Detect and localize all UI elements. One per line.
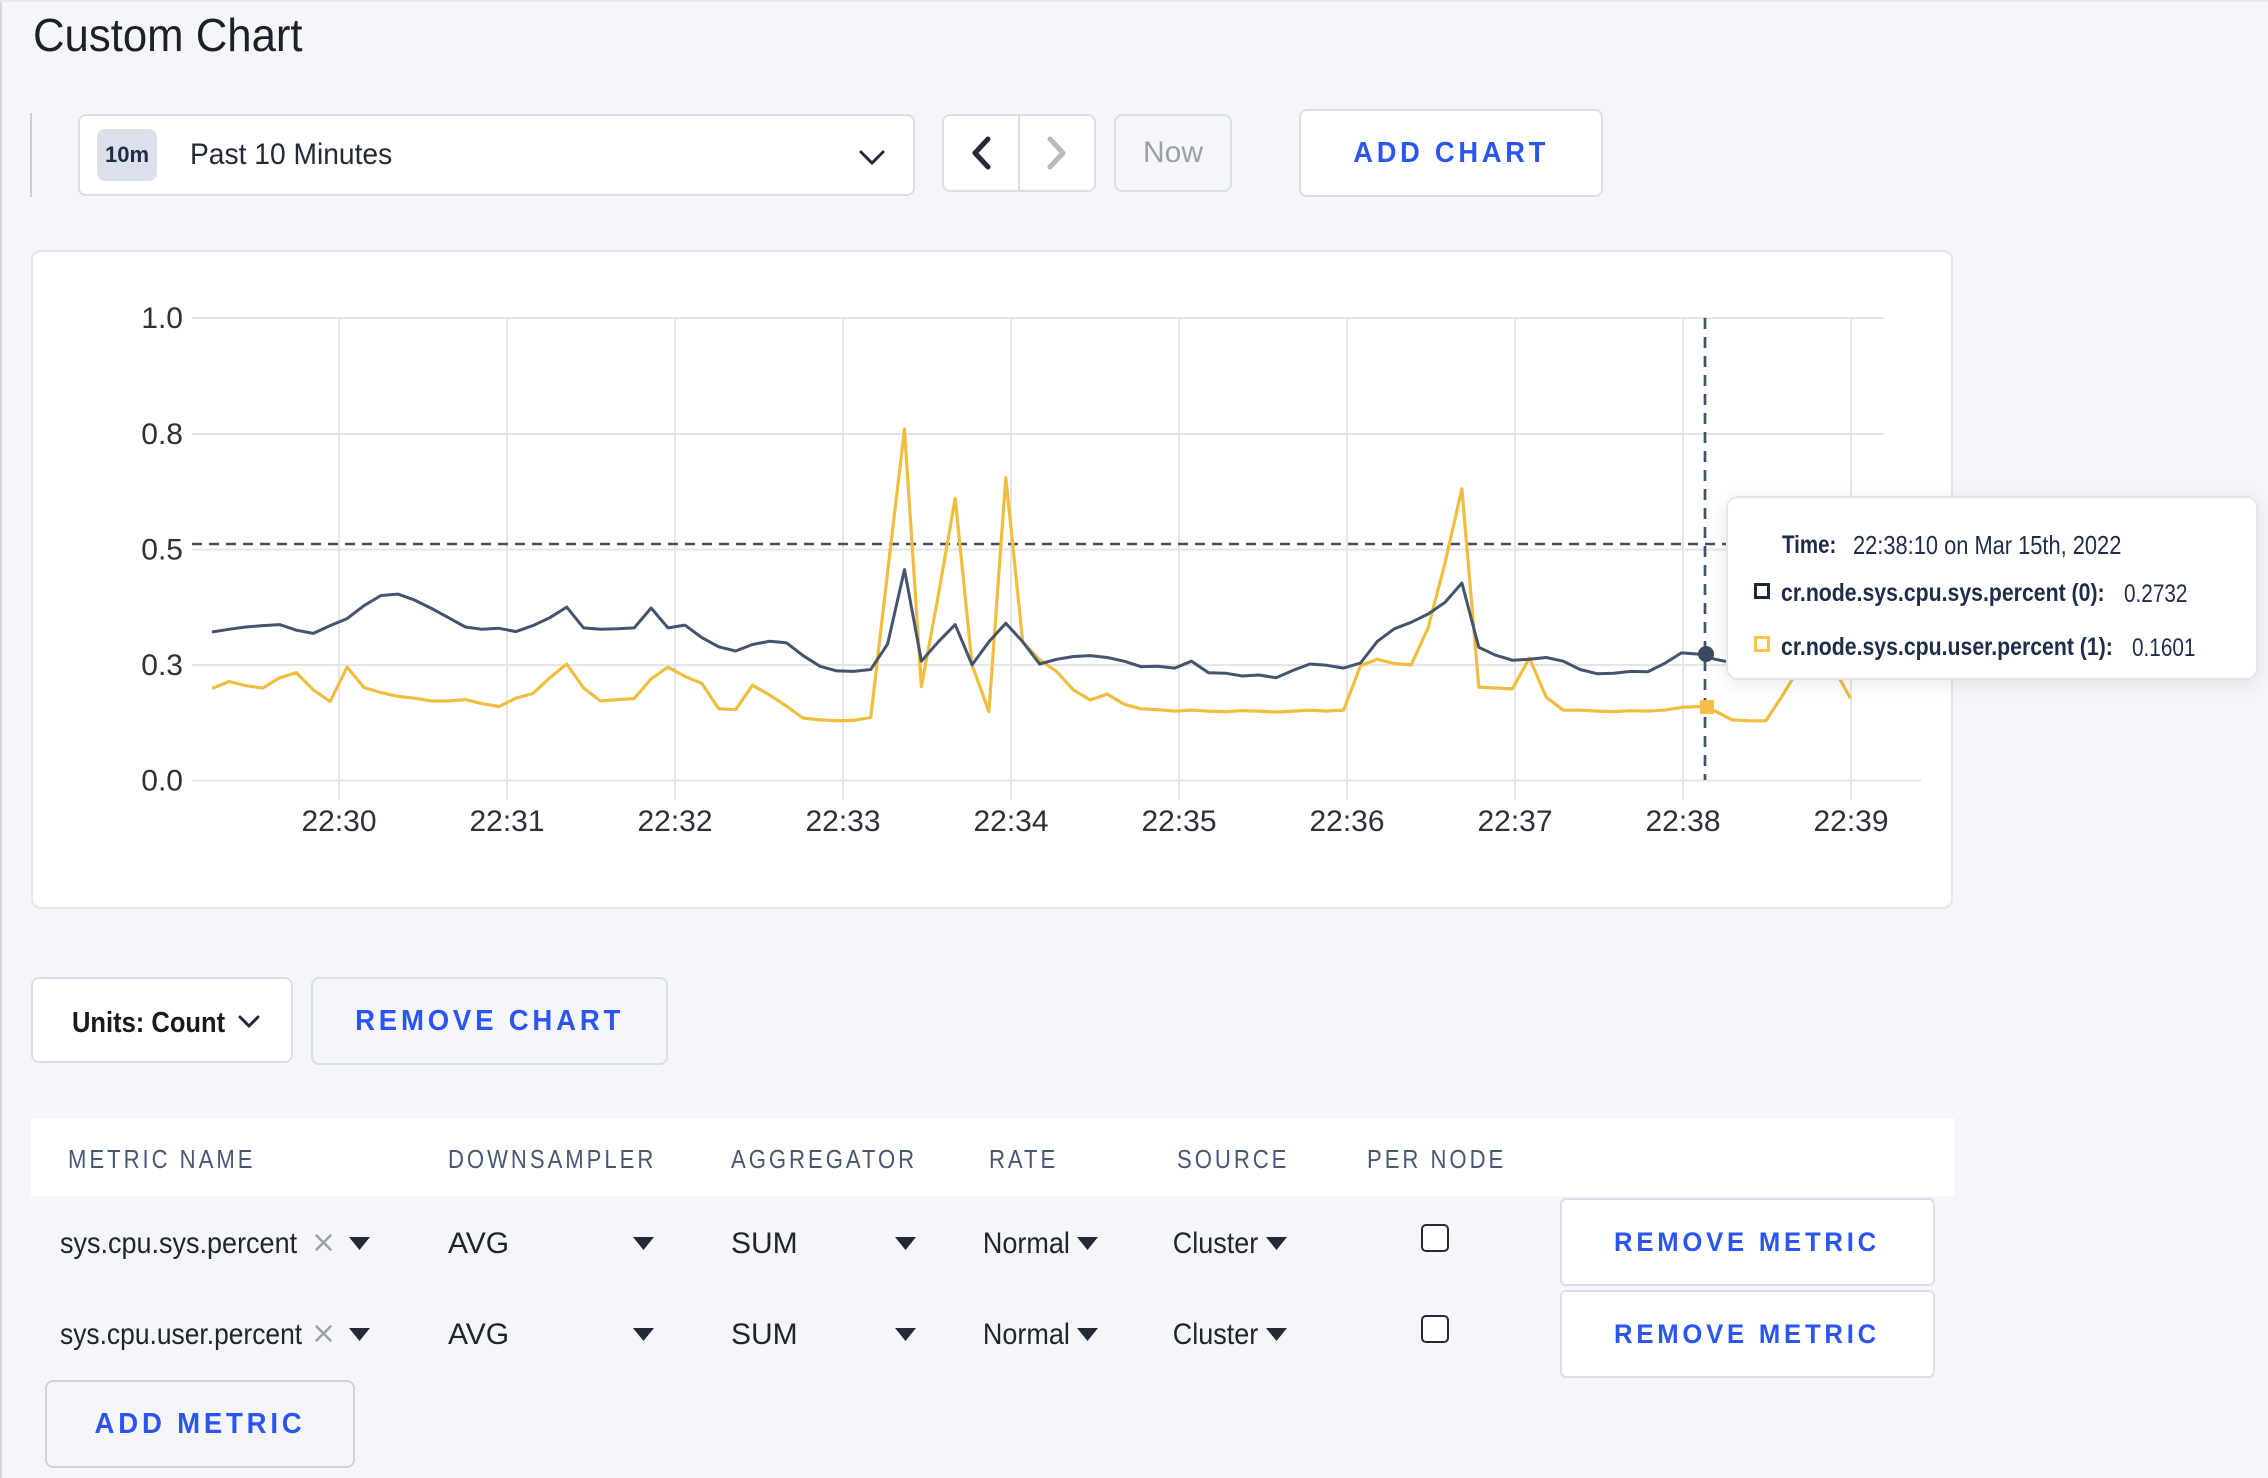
svg-text:22:30: 22:30 [301,805,376,838]
svg-text:1.0: 1.0 [141,302,183,335]
svg-text:22:34: 22:34 [973,805,1048,838]
svg-text:22:31: 22:31 [469,805,544,838]
svg-text:0.3: 0.3 [141,649,183,682]
svg-text:0.5: 0.5 [141,534,183,567]
svg-text:22:33: 22:33 [805,805,880,838]
svg-text:22:36: 22:36 [1309,805,1384,838]
svg-text:22:38: 22:38 [1645,805,1720,838]
svg-text:0.0: 0.0 [141,765,183,798]
svg-text:22:39: 22:39 [1813,805,1888,838]
svg-text:22:35: 22:35 [1141,805,1216,838]
svg-text:0.8: 0.8 [141,418,183,451]
svg-text:22:37: 22:37 [1477,805,1552,838]
svg-text:22:32: 22:32 [637,805,712,838]
